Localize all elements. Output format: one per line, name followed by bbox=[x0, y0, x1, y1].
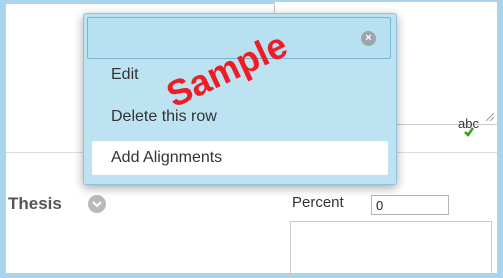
checkmark-icon bbox=[464, 127, 474, 137]
resize-handle-icon[interactable] bbox=[486, 113, 494, 121]
row-actions-menu: × Edit Delete this row Add Alignments bbox=[83, 13, 397, 185]
menu-search-input[interactable]: × bbox=[87, 17, 391, 59]
clear-icon[interactable]: × bbox=[361, 31, 376, 46]
chevron-down-icon[interactable] bbox=[88, 195, 106, 213]
menu-item-delete-row[interactable]: Delete this row bbox=[84, 100, 396, 134]
thesis-textarea[interactable] bbox=[290, 221, 492, 278]
percent-label: Percent bbox=[292, 194, 344, 211]
thesis-label: Thesis bbox=[8, 194, 62, 213]
menu-item-add-alignments[interactable]: Add Alignments bbox=[92, 141, 388, 175]
menu-item-edit[interactable]: Edit bbox=[84, 58, 396, 92]
percent-input[interactable] bbox=[371, 195, 449, 215]
